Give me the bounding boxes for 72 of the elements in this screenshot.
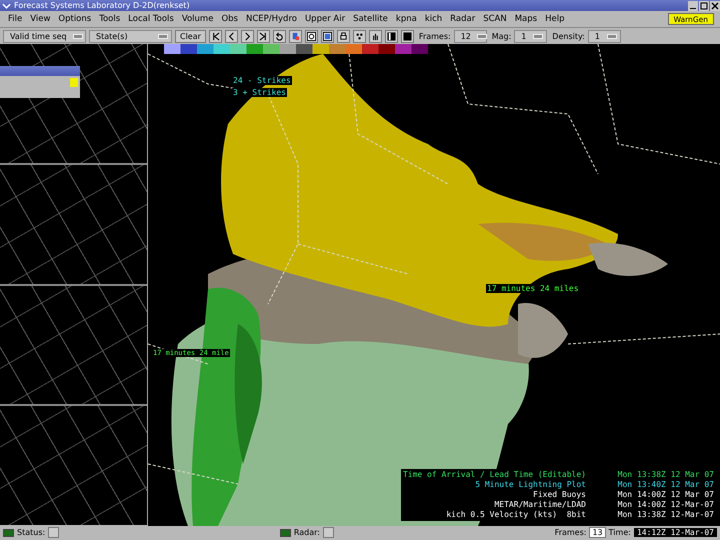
status-label: Status: bbox=[17, 528, 46, 537]
minimize-icon bbox=[690, 8, 696, 9]
menu-item[interactable]: Help bbox=[541, 14, 568, 24]
minimize-button[interactable] bbox=[688, 0, 698, 10]
legend-entry[interactable]: METAR/Maritime/LDAD bbox=[494, 500, 586, 510]
radar-indicator-icon bbox=[280, 528, 291, 536]
map-label: 17 minutes 24 miles bbox=[486, 284, 580, 293]
split-panel-icon[interactable] bbox=[384, 30, 398, 42]
density-label: Density: bbox=[552, 32, 585, 40]
menu-item[interactable]: Maps bbox=[510, 14, 542, 24]
legend-time: Mon 13:40Z 12 Mar 07 bbox=[616, 480, 714, 490]
frames-label: Frames: bbox=[418, 32, 451, 40]
map-label: 3 + Strikes bbox=[232, 88, 287, 97]
legend-entry[interactable]: kich 0.5 Velocity (kts) 8bit bbox=[446, 510, 586, 520]
previous-frame-icon[interactable] bbox=[224, 30, 238, 42]
image-icon[interactable] bbox=[320, 30, 334, 42]
map-thumbnail[interactable] bbox=[0, 406, 147, 525]
menu-item[interactable]: SCAN bbox=[479, 14, 511, 24]
menu-item[interactable]: Satellite bbox=[349, 14, 392, 24]
frames-label: Frames: bbox=[554, 528, 586, 537]
legend-entry[interactable]: Fixed Buoys bbox=[533, 490, 586, 500]
menu-item[interactable]: NCEP/Hydro bbox=[242, 14, 301, 24]
menu-item[interactable]: Local Tools bbox=[124, 14, 178, 24]
menu-item[interactable]: View bbox=[26, 14, 54, 24]
close-button[interactable] bbox=[710, 0, 720, 10]
print-icon[interactable] bbox=[336, 30, 350, 42]
menu-item[interactable]: Upper Air bbox=[300, 14, 350, 24]
menu-item[interactable]: Volume bbox=[178, 14, 218, 24]
menu-item[interactable]: Options bbox=[54, 14, 96, 24]
legend-time: Mon 13:38Z 12-Mar-07 bbox=[616, 510, 714, 520]
first-frame-icon[interactable] bbox=[208, 30, 222, 42]
dots-icon[interactable] bbox=[352, 30, 366, 42]
legend-time: Mon 13:38Z 12 Mar 07 bbox=[616, 470, 714, 480]
frame-time: 14:12Z 12-Mar-07 bbox=[634, 528, 717, 537]
chevron-icon[interactable] bbox=[2, 2, 11, 10]
map-thumbnail[interactable] bbox=[0, 286, 147, 404]
menu-item[interactable]: Tools bbox=[95, 14, 124, 24]
map-label: 24 - Strikes bbox=[232, 76, 292, 85]
menu-item[interactable]: File bbox=[4, 14, 26, 24]
legend-entry[interactable]: 5 Minute Lightning Plot bbox=[475, 480, 586, 490]
window-title: Forecast Systems Laboratory D-2D(renkset) bbox=[14, 0, 190, 11]
filled-square-icon[interactable] bbox=[400, 30, 414, 42]
map-thumbnail[interactable] bbox=[0, 164, 147, 284]
clear-button[interactable]: Clear bbox=[175, 30, 206, 42]
menu-item[interactable]: Obs bbox=[217, 14, 242, 24]
dropdown[interactable]: 1 bbox=[588, 30, 621, 42]
maximize-icon bbox=[700, 2, 708, 10]
status-toggle[interactable] bbox=[48, 527, 60, 538]
maximize-button[interactable] bbox=[699, 0, 709, 10]
menu-item[interactable]: kich bbox=[420, 14, 446, 24]
mag-label: Mag: bbox=[492, 32, 512, 40]
last-frame-icon[interactable] bbox=[256, 30, 270, 42]
refresh-icon[interactable] bbox=[304, 30, 318, 42]
status-indicator-icon bbox=[3, 528, 14, 536]
dropdown[interactable]: Valid time seq bbox=[3, 30, 86, 42]
menu-item[interactable]: kpna bbox=[392, 14, 421, 24]
loop-icon[interactable] bbox=[272, 30, 286, 42]
radar-label: Radar: bbox=[294, 528, 320, 537]
menu-item[interactable]: Radar bbox=[446, 14, 480, 24]
legend-time: Mon 14:00Z 12-Mar-07 bbox=[616, 500, 714, 510]
map-thumbnail[interactable] bbox=[0, 44, 147, 163]
next-frame-icon[interactable] bbox=[240, 30, 254, 42]
time-label: Time: bbox=[608, 528, 631, 537]
legend-entry[interactable]: Time of Arrival / Lead Time (Editable) bbox=[402, 470, 586, 480]
paint-icon[interactable] bbox=[288, 30, 302, 42]
legend-time: Mon 14:00Z 12 Mar 07 bbox=[616, 490, 714, 500]
radar-toggle[interactable] bbox=[322, 527, 334, 538]
dropdown[interactable]: 1 bbox=[514, 30, 548, 42]
close-icon bbox=[711, 2, 719, 10]
dropdown[interactable]: 12 bbox=[454, 30, 487, 42]
frame-count: 13 bbox=[589, 527, 606, 538]
dropdown[interactable]: State(s) bbox=[89, 30, 172, 42]
